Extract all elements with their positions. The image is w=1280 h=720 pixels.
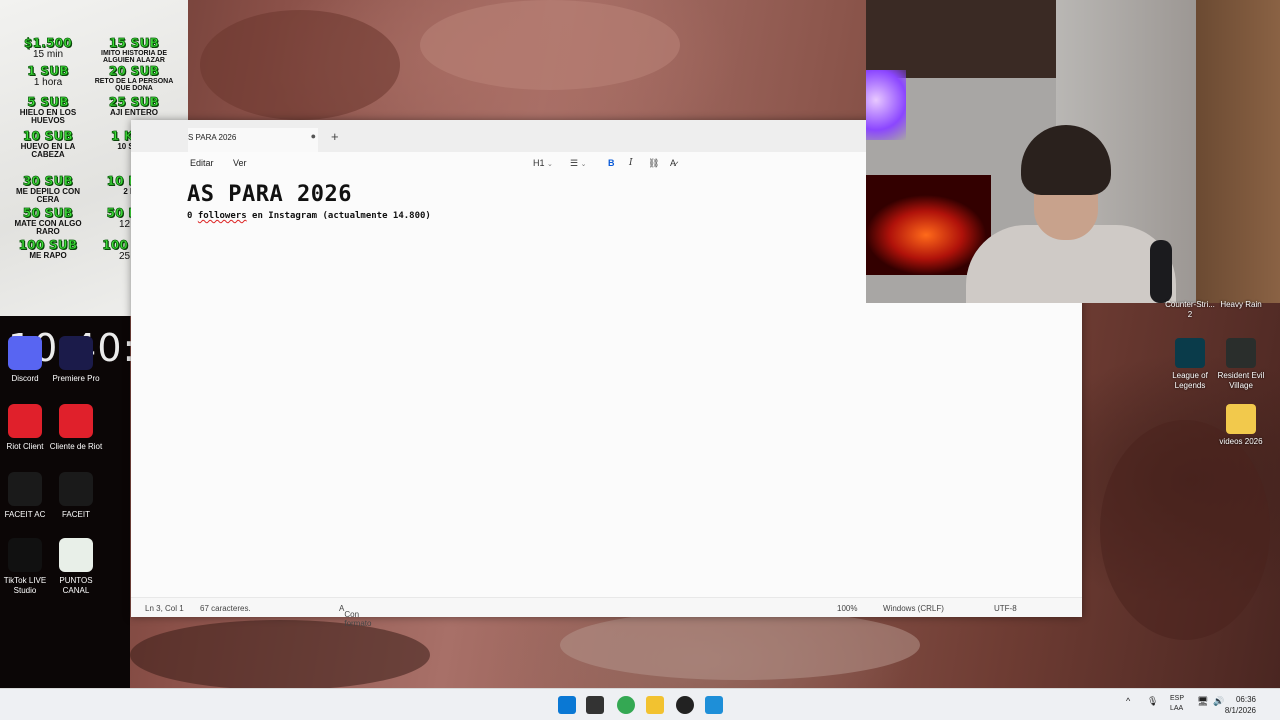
desktop-shortcut-label: FACEIT: [61, 510, 90, 519]
sub-goal-reward: 1 hora: [33, 77, 63, 88]
menu-ver[interactable]: Ver: [233, 158, 247, 168]
sub-goal-head: 100 SUB: [18, 238, 78, 253]
sub-goal-head: 25 SUB: [108, 95, 160, 110]
heading-dropdown[interactable]: H1 ⌄: [533, 158, 553, 168]
new-tab-icon[interactable]: +: [331, 129, 339, 144]
sub-goal-reward: 15 min: [32, 49, 63, 60]
sub-goal-reward: HUEVO EN LA CABEZA: [20, 142, 76, 159]
faceit-icon: [59, 472, 93, 506]
sub-goal-head: 1 SUB: [27, 64, 69, 79]
desktop-shortcut-label: Cliente de Riot: [49, 442, 103, 451]
document-line: 0 followers en Instagram (actualmente 14…: [187, 211, 431, 221]
sub-goal: 5 SUB HIELO EN LOS HUEVOS: [4, 95, 92, 125]
sub-goal-head: 10 SUB: [22, 129, 74, 144]
sub-goal: 100 SUB ME RAPO: [4, 238, 92, 260]
sub-goal-reward: RETO DE LA PERSONA QUE DONA: [94, 78, 174, 92]
start-icon[interactable]: [558, 696, 576, 714]
tab-title: S PARA 2026: [188, 133, 237, 142]
desktop-shortcut[interactable]: videos 2026: [1213, 404, 1269, 447]
sub-goal-head: 30 SUB: [22, 174, 74, 189]
microphone: [1150, 240, 1172, 303]
obs-icon[interactable]: [676, 696, 694, 714]
riot-icon: [8, 404, 42, 438]
sub-goal-reward: IMITO HISTORIA DE ALGUIEN ALAZAR: [101, 50, 167, 64]
tab-close-icon[interactable]: ●: [311, 131, 316, 141]
sub-goal: 25 SUB AJI ENTERO: [90, 95, 178, 117]
desktop-shortcut-label: Premiere Pro: [52, 374, 100, 383]
tray-chevron-icon[interactable]: ^: [1126, 696, 1130, 706]
desktop-shortcut[interactable]: Counter-Stri... 2: [1162, 300, 1218, 320]
desktop-shortcut[interactable]: League of Legends: [1162, 338, 1218, 391]
cursor-position: Ln 3, Col 1: [145, 604, 184, 613]
sub-goal: 10 SUB HUEVO EN LA CABEZA: [4, 129, 92, 159]
sub-goal-head: 15 SUB: [108, 36, 160, 51]
sub-goal: 20 SUB RETO DE LA PERSONA QUE DONA: [90, 64, 178, 92]
sub-goal-head: 50 SUB: [22, 206, 74, 221]
app-icon: [1226, 338, 1256, 368]
menu-editar[interactable]: Editar: [190, 158, 214, 168]
microphone-icon[interactable]: 🎙: [1147, 696, 1158, 707]
network-icon[interactable]: 🖥: [1197, 696, 1208, 707]
link-icon[interactable]: ⛓: [648, 158, 659, 169]
file-explorer-icon[interactable]: [646, 696, 664, 714]
sub-goal: $1.500 15 min: [4, 36, 92, 60]
char-count: 67 caracteres.: [200, 604, 251, 613]
premiere-icon: [59, 336, 93, 370]
desktop-shortcut-label: Resident Evil Village: [1217, 371, 1265, 390]
sub-goal-head: 5 SUB: [27, 95, 69, 110]
desktop-shortcut[interactable]: FACEIT: [46, 472, 106, 520]
discord-icon: [8, 336, 42, 370]
notepad-icon[interactable]: [705, 696, 723, 714]
sub-goal: 1 SUB 1 hora: [4, 64, 92, 88]
sub-goal-reward: ME RAPO: [29, 251, 67, 260]
clock[interactable]: 06:36 8/1/2026: [1225, 694, 1256, 716]
desktop-shortcut[interactable]: Resident Evil Village: [1213, 338, 1269, 391]
sub-goal: 50 SUB MATE CON ALGO RARO: [4, 206, 92, 236]
streamer: [926, 125, 1176, 303]
sub-goal-reward: HIELO EN LOS HUEVOS: [19, 108, 77, 125]
zoom-level[interactable]: 100%: [837, 604, 857, 613]
desktop-shortcut-label: videos 2026: [1219, 437, 1263, 446]
riot-icon: [59, 404, 93, 438]
italic-icon[interactable]: I: [629, 158, 633, 168]
document-heading: AS PARA 2026: [187, 182, 352, 207]
chrome-icon[interactable]: [617, 696, 635, 714]
sub-goal-head: $1.500: [23, 36, 73, 51]
desktop-shortcut-label: Counter-Stri... 2: [1165, 300, 1215, 319]
desktop-shortcut-label: Heavy Rain: [1220, 300, 1262, 309]
notepad-statusbar: Ln 3, Col 1 67 caracteres. A Con formato…: [131, 597, 1082, 628]
app-icon: [1226, 404, 1256, 434]
language-indicator[interactable]: ESP LAA: [1170, 694, 1184, 714]
webcam-overlay: [866, 0, 1280, 303]
format-toggle[interactable]: A Con formato: [339, 604, 371, 628]
desktop-shortcut[interactable]: Premiere Pro: [46, 336, 106, 384]
task-view-icon[interactable]: [586, 696, 604, 714]
taskbar: ^ 🎙 ESP LAA 🖥 🔊 06:36 8/1/2026: [0, 688, 1280, 720]
encoding[interactable]: UTF-8: [994, 604, 1017, 613]
spreadsheet-icon: [59, 538, 93, 572]
list-icon[interactable]: ☰ ⌄: [570, 158, 586, 169]
line-ending[interactable]: Windows (CRLF): [883, 604, 944, 613]
sub-goal-reward: AJI ENTERO: [109, 108, 158, 117]
app-icon: [1175, 338, 1205, 368]
desktop-shortcut[interactable]: Cliente de Riot: [46, 404, 106, 452]
sub-goal-head: 20 SUB: [108, 64, 160, 79]
desktop-shortcut[interactable]: PUNTOS CANAL: [46, 538, 106, 596]
desktop-shortcut[interactable]: Heavy Rain: [1213, 300, 1269, 310]
volume-icon[interactable]: 🔊: [1213, 696, 1224, 707]
sub-goal: 30 SUB ME DEPILO CON CERA: [4, 174, 92, 204]
desktop-shortcut-label: PUNTOS CANAL: [59, 576, 93, 595]
sub-goal-reward: ME DEPILO CON CERA: [15, 187, 80, 204]
sub-goal: 15 SUB IMITO HISTORIA DE ALGUIEN ALAZAR: [90, 36, 178, 64]
bold-icon[interactable]: B: [608, 158, 615, 168]
sub-goal-reward: MATE CON ALGO RARO: [14, 219, 82, 236]
tiktok-icon: [8, 538, 42, 572]
clear-format-icon[interactable]: A̷: [670, 158, 676, 168]
desktop-shortcut-label: League of Legends: [1172, 371, 1208, 390]
tab-document[interactable]: S PARA 2026 ●: [188, 128, 318, 152]
faceit-ac-icon: [8, 472, 42, 506]
